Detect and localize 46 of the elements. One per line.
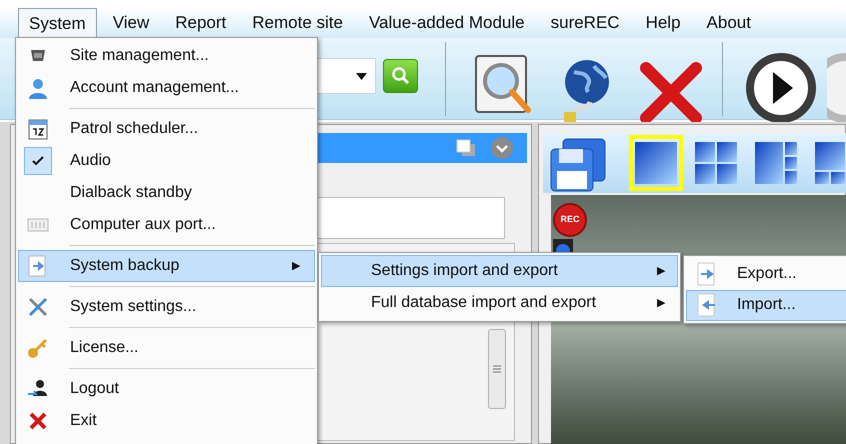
floppy-disks-icon[interactable] — [549, 137, 607, 193]
menu-item[interactable]: System backup ▶ — [18, 250, 315, 282]
menu-item[interactable]: Dialback standby — [18, 177, 315, 209]
menu-item[interactable]: Audio — [18, 145, 315, 177]
info-icon — [553, 239, 573, 253]
submenu-arrow: ▶ — [657, 296, 665, 311]
layout-button[interactable] — [629, 135, 683, 191]
menu-item[interactable]: Value-added Module — [360, 8, 533, 38]
menu-item[interactable]: Export... — [686, 258, 846, 290]
menu-item[interactable]: Computer aux port... — [18, 209, 315, 241]
key-icon — [27, 337, 49, 359]
menu-item[interactable]: Account management... — [18, 72, 315, 104]
checkbox-checked[interactable] — [24, 147, 52, 175]
check-icon — [32, 156, 44, 166]
search-icon — [390, 66, 410, 86]
close-icon[interactable] — [640, 62, 702, 124]
menu-item[interactable]: sureREC — [542, 8, 628, 38]
scrollbar-thumb[interactable] — [488, 329, 506, 409]
tools-icon — [27, 296, 49, 318]
restore-windows-icon[interactable] — [456, 139, 476, 157]
submenu-arrow: ▶ — [292, 258, 300, 274]
search-button[interactable] — [383, 59, 418, 93]
caret-icon — [356, 72, 367, 80]
menu-item[interactable]: Remote site — [244, 8, 351, 38]
menu-item[interactable]: Help — [638, 8, 689, 38]
menu-item[interactable]: View — [104, 8, 158, 38]
menu-item[interactable]: Exit — [18, 405, 315, 437]
calendar-icon — [28, 118, 48, 140]
menu-item[interactable]: Patrol scheduler... — [18, 113, 315, 145]
menu-item[interactable]: Report — [167, 8, 234, 38]
menu-item[interactable]: System — [18, 8, 97, 38]
user-icon — [27, 77, 49, 99]
menu-item[interactable]: Full database import and export ▶ — [321, 287, 678, 319]
menu-item[interactable]: License... — [18, 332, 315, 364]
submenu-arrow: ▶ — [657, 264, 665, 279]
menu-item[interactable]: Import... — [686, 290, 846, 321]
menu-item[interactable]: Settings import and export ▶ — [321, 255, 678, 287]
menu-item[interactable]: Site management... — [18, 40, 315, 72]
chevron-down-icon[interactable] — [491, 137, 513, 159]
play-icon[interactable] — [745, 52, 817, 124]
ports-icon — [27, 218, 49, 232]
close-icon — [28, 411, 48, 431]
menu-item[interactable]: System settings... — [18, 291, 315, 323]
grip-icon — [493, 365, 501, 373]
menu-item[interactable]: Logout — [18, 373, 315, 405]
menu-item[interactable]: About — [698, 8, 759, 38]
